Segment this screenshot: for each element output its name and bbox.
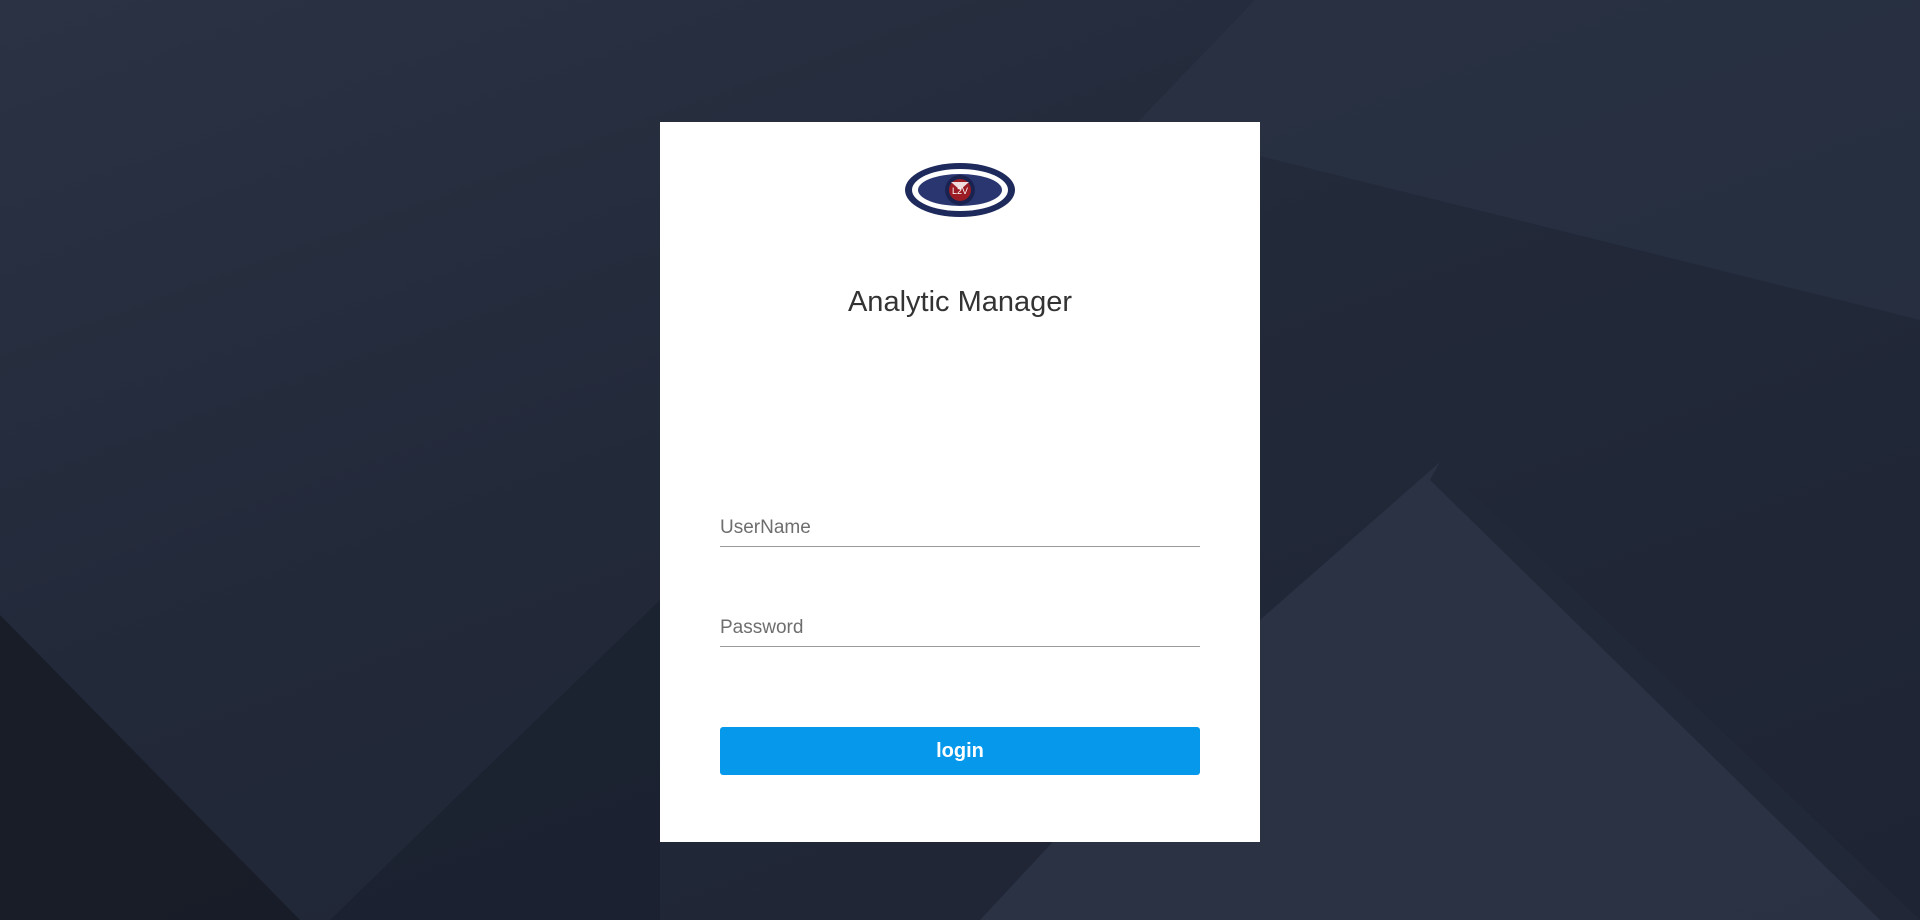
password-input[interactable] bbox=[720, 610, 1200, 647]
eye-logo-icon: L2V bbox=[904, 160, 1016, 220]
login-card: L2V Analytic Manager login bbox=[660, 122, 1260, 842]
logo-text: L2V bbox=[952, 186, 968, 196]
login-button[interactable]: login bbox=[720, 727, 1200, 775]
username-input[interactable] bbox=[720, 510, 1200, 547]
page-title: Analytic Manager bbox=[847, 286, 1073, 318]
